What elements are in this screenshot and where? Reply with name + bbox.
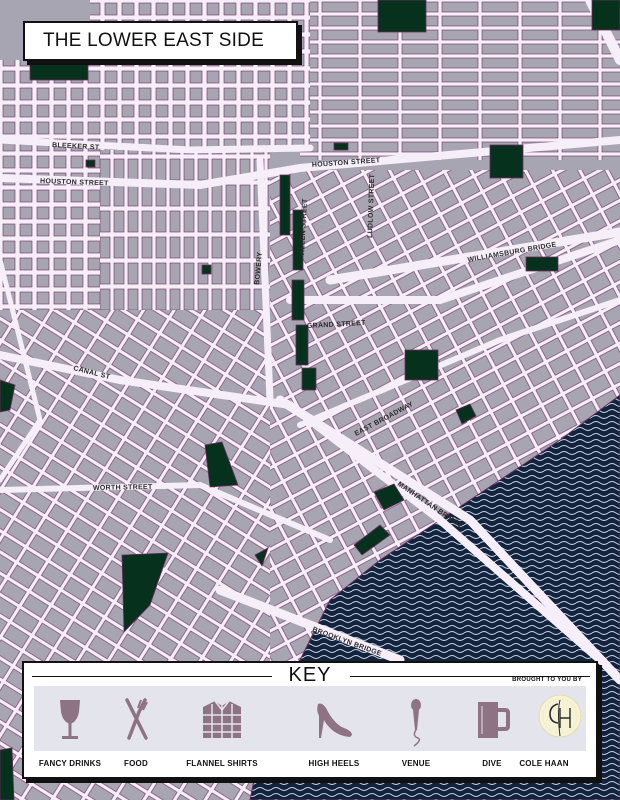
key-item-venue [376, 686, 456, 748]
key-item-high-heels [294, 686, 374, 742]
block-grid-northeast [300, 0, 620, 160]
key-label-cole-haan: COLE HAAN [519, 759, 569, 768]
beer-mug-icon [478, 702, 510, 738]
map-title: THE LOWER EAST SIDE [43, 30, 264, 51]
wine-glass-icon [60, 700, 80, 739]
key-item-cole-haan [520, 686, 600, 742]
sponsor-text: BROUGHT TO YOU BY [512, 677, 582, 683]
key-item-food [96, 686, 176, 742]
fork-knife-icon [125, 698, 148, 740]
key-item-flannel-shirts [182, 686, 262, 742]
key-label-flannel-shirts: FLANNEL SHIRTS [186, 759, 258, 768]
map-key: KEY BROUGHT TO YOU BY FANCY DRINKS FOOD … [22, 661, 598, 779]
microphone-icon [411, 699, 421, 747]
map-title-box: THE LOWER EAST SIDE [23, 21, 298, 61]
cole-haan-logo-icon [538, 694, 582, 738]
flannel-shirt-icon [203, 700, 241, 738]
high-heel-icon [317, 703, 352, 738]
label-worth: WORTH STREET [93, 484, 153, 492]
